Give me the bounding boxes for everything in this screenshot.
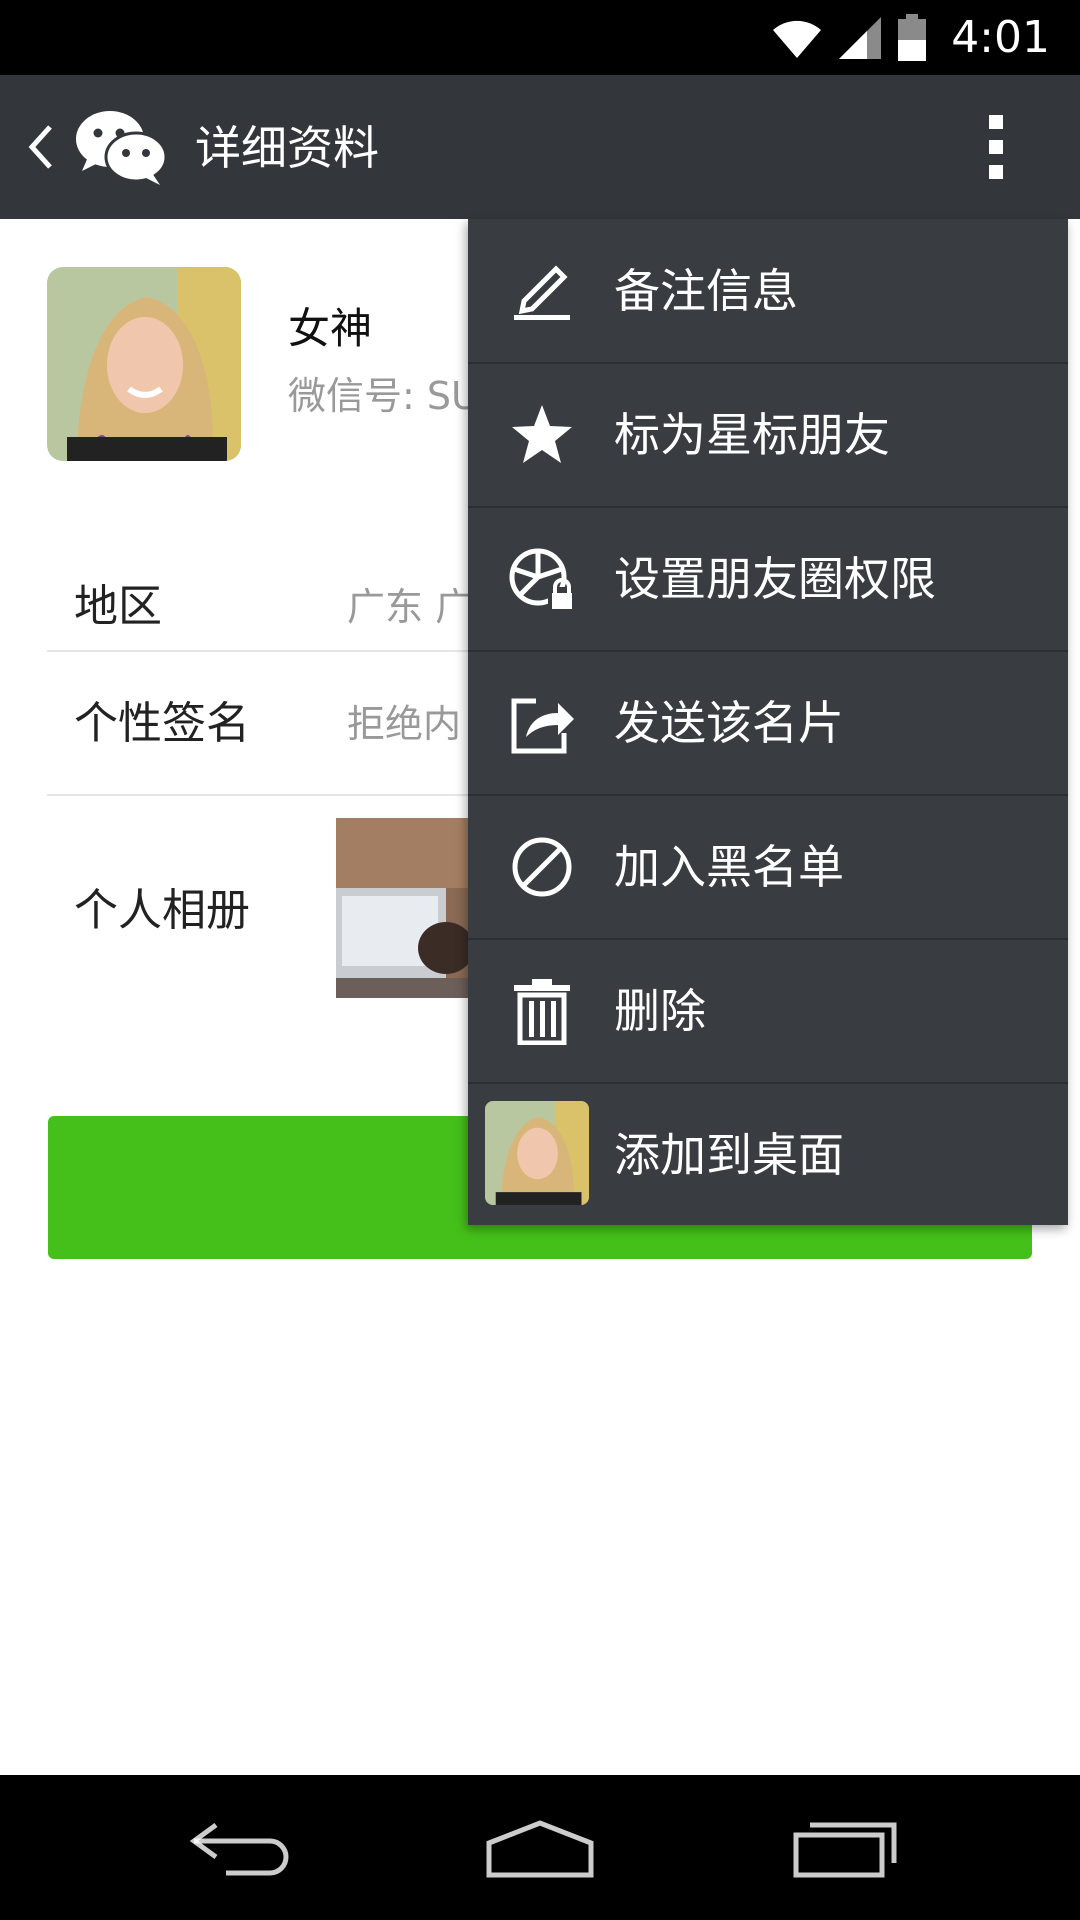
- nav-recents-icon[interactable]: [790, 1817, 900, 1879]
- moments-lock-icon: [509, 548, 572, 609]
- nav-home-icon[interactable]: [485, 1817, 595, 1879]
- profile-avatar[interactable]: [47, 267, 241, 461]
- region-value: 广东 广: [347, 585, 474, 629]
- menu-item-label: 备注信息: [614, 264, 798, 318]
- menu-item-label: 加入黑名单: [614, 840, 844, 894]
- menu-item-star[interactable]: 标为星标朋友: [468, 363, 1068, 507]
- back-chevron-icon[interactable]: [22, 121, 62, 173]
- battery-icon: [898, 13, 927, 61]
- menu-item-label: 删除: [614, 984, 706, 1038]
- system-nav-bar: [0, 1775, 1080, 1920]
- pencil-icon: [514, 265, 570, 320]
- trash-icon: [514, 979, 570, 1045]
- status-icons: 4:01: [771, 0, 1050, 75]
- overflow-menu-icon[interactable]: [980, 113, 1012, 181]
- menu-item-label: 添加到桌面: [614, 1128, 844, 1182]
- menu-item-send-card[interactable]: 发送该名片: [468, 651, 1068, 795]
- wifi-icon: [773, 20, 822, 58]
- signature-label: 个性签名: [74, 698, 250, 749]
- cell-signal-icon: [839, 16, 882, 59]
- share-icon: [511, 698, 574, 754]
- menu-item-remark[interactable]: 备注信息: [468, 219, 1068, 363]
- wechat-id: 微信号: SU: [288, 374, 479, 418]
- wechat-logo-icon: [76, 111, 166, 185]
- menu-item-label: 标为星标朋友: [614, 408, 890, 462]
- menu-item-blacklist[interactable]: 加入黑名单: [468, 795, 1068, 939]
- menu-item-label: 设置朋友圈权限: [614, 552, 936, 606]
- page-title: 详细资料: [195, 121, 379, 175]
- album-label: 个人相册: [74, 885, 250, 936]
- status-bar: 4:01: [0, 0, 1080, 75]
- action-bar: 详细资料: [0, 75, 1080, 219]
- profile-name: 女神: [288, 304, 373, 353]
- menu-item-add-to-desktop[interactable]: 添加到桌面: [468, 1083, 1068, 1227]
- star-icon: [512, 405, 572, 463]
- album-thumbnail[interactable]: [336, 818, 476, 998]
- contact-avatar: [485, 1101, 589, 1205]
- nav-back-icon[interactable]: [186, 1817, 296, 1879]
- status-time: 4:01: [951, 12, 1050, 63]
- region-label: 地区: [74, 581, 162, 632]
- signature-value: 拒绝内: [347, 702, 462, 746]
- block-icon: [512, 837, 572, 897]
- menu-item-delete[interactable]: 删除: [468, 939, 1068, 1083]
- overflow-popup-menu: 备注信息 标为星标朋友 设置朋友圈权限 发送该名片 加入黑名单 删除 添加到桌面: [468, 219, 1068, 1225]
- menu-item-label: 发送该名片: [614, 696, 844, 750]
- menu-item-moments-permission[interactable]: 设置朋友圈权限: [468, 507, 1068, 651]
